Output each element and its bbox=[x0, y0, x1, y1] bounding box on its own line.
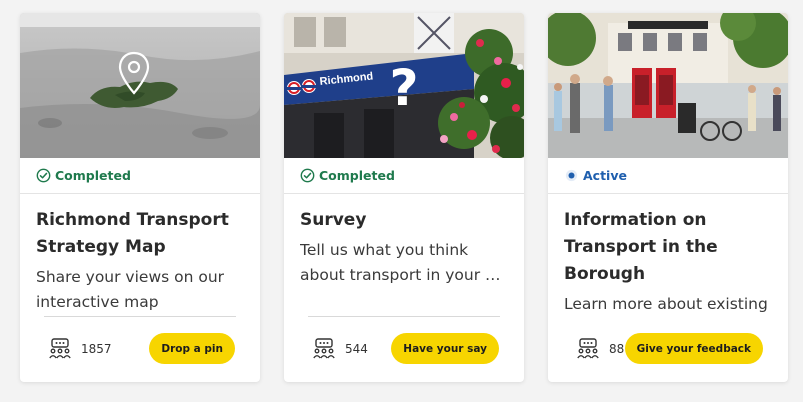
card-description: Learn more about existing bbox=[564, 295, 768, 313]
people-group-icon bbox=[577, 338, 599, 359]
have-your-say-button[interactable]: Have your say bbox=[391, 333, 499, 364]
card-image[interactable]: Richmond ? bbox=[284, 13, 524, 158]
active-dot-icon bbox=[565, 169, 578, 182]
participant-count: 1857 bbox=[48, 337, 112, 361]
card-title[interactable]: Information on Transport in the Borough bbox=[564, 207, 772, 288]
engagement-card[interactable]: Active Information on Transport in the B… bbox=[548, 13, 788, 382]
card-description: Tell us what you think about transport i… bbox=[300, 241, 501, 284]
engagement-card[interactable]: Completed Richmond Transport Strategy Ma… bbox=[20, 13, 260, 382]
card-description: Share your views on our interactive map bbox=[36, 268, 225, 311]
card-footer: 544 Have your say bbox=[284, 316, 524, 382]
card-footer: 88 Give your feedback bbox=[548, 316, 788, 382]
svg-text:?: ? bbox=[389, 59, 418, 117]
participant-count-value: 544 bbox=[345, 342, 368, 356]
card-title[interactable]: Richmond Transport Strategy Map bbox=[36, 207, 244, 261]
card-footer: 1857 Drop a pin bbox=[20, 316, 260, 382]
card-image[interactable] bbox=[20, 13, 260, 158]
give-your-feedback-button[interactable]: Give your feedback bbox=[624, 333, 763, 364]
participant-count-value: 1857 bbox=[81, 342, 112, 356]
drop-a-pin-button[interactable]: Drop a pin bbox=[149, 333, 235, 364]
status-completed: Completed bbox=[284, 158, 524, 194]
status-label: Completed bbox=[319, 168, 395, 183]
people-group-icon bbox=[313, 338, 335, 359]
participant-count: 88 bbox=[576, 337, 624, 361]
card-title[interactable]: Survey bbox=[300, 207, 508, 234]
people-group-icon bbox=[49, 338, 71, 359]
status-active: Active bbox=[548, 158, 788, 194]
question-mark-icon: ? bbox=[389, 59, 418, 117]
status-label: Active bbox=[583, 168, 627, 183]
check-circle-icon bbox=[36, 168, 51, 183]
engagement-card[interactable]: Richmond ? Completed Survey Tell us what… bbox=[284, 13, 524, 382]
footer-divider bbox=[44, 316, 236, 317]
footer-divider bbox=[308, 316, 500, 317]
status-completed: Completed bbox=[20, 158, 260, 194]
participant-count: 544 bbox=[312, 337, 368, 361]
check-circle-icon bbox=[300, 168, 315, 183]
participant-count-value: 88 bbox=[609, 342, 625, 356]
status-label: Completed bbox=[55, 168, 131, 183]
card-image[interactable] bbox=[548, 13, 788, 158]
